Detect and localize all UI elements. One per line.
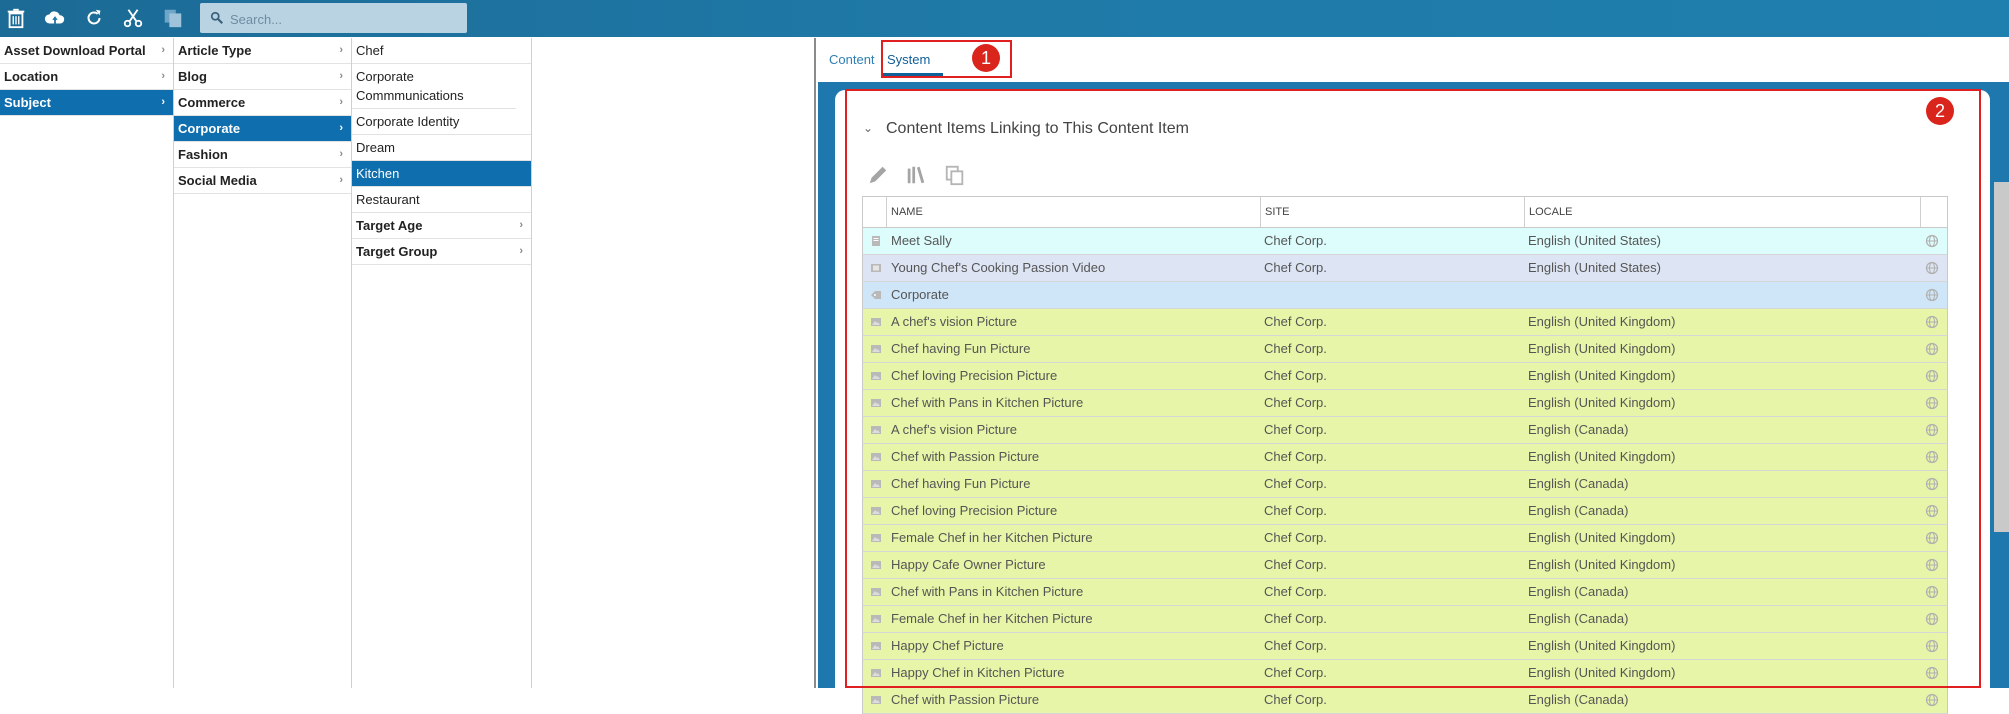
- cell-locale: English (Canada): [1528, 692, 1629, 707]
- tree-item-commerce[interactable]: Commerce ›: [174, 90, 351, 116]
- tree-item-label: Asset Download Portal: [4, 43, 146, 58]
- cell-site: Chef Corp.: [1264, 692, 1327, 707]
- tree-item-label: Corporate Commmunications: [356, 69, 464, 103]
- table-row[interactable]: Chef with Passion Picture Chef Corp. Engli…: [862, 687, 1948, 714]
- chevron-right-icon: ›: [339, 122, 343, 134]
- tree-item-label: Target Age: [356, 218, 423, 233]
- system-tab-frame: ⌄ Content Items Linking to This Content …: [818, 82, 2009, 714]
- tree-item-chef[interactable]: Chef: [352, 38, 531, 64]
- tree-item-label: Blog: [178, 69, 207, 84]
- chevron-right-icon: ›: [339, 148, 343, 160]
- cell-name: Chef with Passion Picture: [891, 692, 1040, 707]
- annotation-badge-2: 2: [1926, 97, 1954, 125]
- chevron-right-icon: ›: [339, 174, 343, 186]
- library-column-1: Asset Download Portal › Location › Subject…: [0, 38, 174, 688]
- chevron-right-icon: ›: [339, 96, 343, 108]
- highlight-box-2: [845, 89, 1981, 688]
- chevron-right-icon: ›: [161, 44, 165, 56]
- content-panel: Content System 1 ⌄ Content Items Linking…: [814, 38, 2009, 714]
- tree-item-label: Commerce: [178, 95, 246, 110]
- search-box[interactable]: [200, 3, 467, 35]
- tree-item-location[interactable]: Location ›: [0, 64, 173, 90]
- chevron-right-icon: ›: [161, 70, 165, 82]
- tree-item-article-type[interactable]: Article Type ›: [174, 38, 351, 64]
- tree-item-kitchen[interactable]: Kitchen: [352, 161, 531, 187]
- tree-item-corporate-communications[interactable]: Corporate Commmunications: [352, 64, 516, 109]
- tree-item-target-age[interactable]: Target Age ›: [352, 213, 531, 239]
- tree-item-label: Location: [4, 69, 59, 84]
- chevron-right-icon: ›: [519, 219, 523, 231]
- toolbar: [0, 0, 2009, 37]
- tree-item-label: Kitchen: [356, 166, 400, 181]
- tree-item-label: Article Type: [178, 43, 252, 58]
- chevron-right-icon: ›: [519, 245, 523, 257]
- picture-type-icon: [870, 694, 882, 706]
- trash-icon[interactable]: [3, 5, 29, 31]
- refresh-icon[interactable]: [81, 5, 107, 31]
- tree-item-asset-download-portal[interactable]: Asset Download Portal ›: [0, 38, 173, 64]
- tab-content[interactable]: Content: [829, 52, 875, 67]
- tree-item-social-media[interactable]: Social Media ›: [174, 168, 351, 194]
- scrollbar[interactable]: [1994, 182, 2009, 532]
- annotation-badge-1: 1: [972, 44, 1000, 72]
- cloud-upload-icon[interactable]: [42, 5, 68, 31]
- globe-icon[interactable]: [1925, 693, 1939, 707]
- search-input[interactable]: [228, 3, 462, 35]
- tree-item-fashion[interactable]: Fashion ›: [174, 142, 351, 168]
- tree-item-corporate[interactable]: Corporate ›: [174, 116, 351, 142]
- tree-item-label: Chef: [356, 43, 384, 58]
- tree-item-subject[interactable]: Subject ›: [0, 90, 173, 116]
- search-icon: [210, 11, 224, 25]
- tree-item-label: Target Group: [356, 244, 438, 259]
- tree-item-label: Corporate Identity: [356, 114, 460, 129]
- copy-icon[interactable]: [160, 5, 186, 31]
- chevron-right-icon: ›: [339, 70, 343, 82]
- tree-item-dream[interactable]: Dream: [352, 135, 531, 161]
- chevron-right-icon: ›: [339, 44, 343, 56]
- tree-item-label: Dream: [356, 140, 396, 155]
- tree-item-label: Restaurant: [356, 192, 420, 207]
- tree-item-label: Subject: [4, 95, 51, 110]
- chevron-right-icon: ›: [161, 96, 165, 108]
- tree-item-corporate-identity[interactable]: Corporate Identity: [352, 109, 531, 135]
- tree-item-label: Corporate: [178, 121, 241, 136]
- tree-item-blog[interactable]: Blog ›: [174, 64, 351, 90]
- tree-item-label: Social Media: [178, 173, 257, 188]
- panel-tabs: Content System 1: [816, 38, 2009, 79]
- tree-item-target-group[interactable]: Target Group ›: [352, 239, 531, 265]
- tree-item-label: Fashion: [178, 147, 228, 162]
- cut-icon[interactable]: [120, 5, 146, 31]
- library-column-3: Chef Corporate Commmunications Corporate…: [352, 38, 532, 688]
- library-column-2: Article Type › Blog › Commerce › Corporate ›…: [174, 38, 352, 688]
- tree-item-restaurant[interactable]: Restaurant: [352, 187, 531, 213]
